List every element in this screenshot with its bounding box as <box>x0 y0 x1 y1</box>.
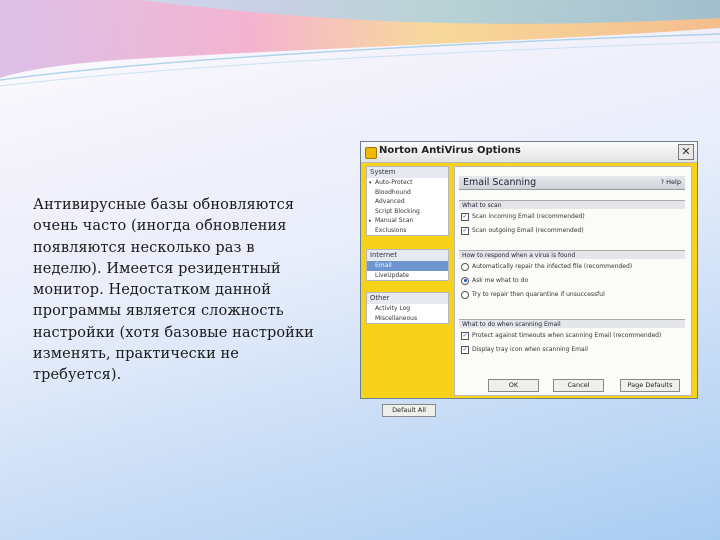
option-checkbox-row[interactable]: ✓ Protect against timeouts when scanning … <box>461 331 661 341</box>
sidebar-item-label: Email <box>375 262 392 269</box>
radio-button[interactable] <box>461 262 469 271</box>
sidebar-item-label: Manual Scan <box>375 217 414 224</box>
option-label: Automatically repair the infected file (… <box>472 263 633 270</box>
default-all-button[interactable]: Default All <box>382 404 436 417</box>
email-scanning-panel: Email Scanning ? Help What to scan ✓ Scan … <box>454 166 692 396</box>
sidebar-item-label: Bloodhound <box>375 188 411 196</box>
window-title: Norton AntiVirus Options <box>379 145 521 156</box>
section-heading: How to respond when a virus is found <box>459 250 685 259</box>
option-checkbox-row[interactable]: ✓ Display tray icon when scanning Email <box>461 345 588 355</box>
section-heading: What to scan <box>459 200 685 209</box>
sidebar-item-label: Script Blocking <box>375 207 420 215</box>
sidebar-item[interactable]: ▾ Auto-Protect <box>367 178 448 188</box>
sidebar-item[interactable]: Miscellaneous <box>367 314 448 324</box>
option-label: Scan outgoing Email (recommended) <box>472 227 584 234</box>
sidebar-item[interactable]: Email <box>367 261 448 271</box>
radio-button[interactable] <box>461 276 469 285</box>
option-checkbox-row[interactable]: ✓ Scan outgoing Email (recommended) <box>461 226 584 236</box>
option-radio-row[interactable]: Automatically repair the infected file (… <box>461 262 632 272</box>
sidebar-group: Internet Email LiveUpdate <box>366 249 449 281</box>
panel-header: Email Scanning ? Help <box>459 176 685 190</box>
sidebar-item-label: Advanced <box>375 198 405 205</box>
sidebar-item[interactable]: Script Blocking <box>367 207 448 217</box>
norton-options-window: Norton AntiVirus Options ✕ System ▾ Auto-P… <box>360 141 698 417</box>
sidebar-item-label: Activity Log <box>375 305 411 312</box>
checkbox[interactable]: ✓ <box>461 331 469 340</box>
sidebar-group-header: Internet <box>367 250 448 261</box>
option-label: Ask me what to do <box>472 277 529 284</box>
panel-title: Email Scanning <box>463 177 537 188</box>
option-checkbox-row[interactable]: ✓ Scan incoming Email (recommended) <box>461 212 585 222</box>
option-radio-row[interactable]: Ask me what to do <box>461 276 528 286</box>
options-sidebar: System ▾ Auto-Protect Bloodhound Advanced Scr… <box>366 166 449 417</box>
decorative-wave <box>0 0 720 87</box>
cancel-button[interactable]: Cancel <box>553 379 604 392</box>
window-titlebar: Norton AntiVirus Options ✕ <box>361 142 697 163</box>
option-label: Display tray icon when scanning Email <box>472 346 588 353</box>
sidebar-item[interactable]: Exclusions <box>367 226 448 236</box>
slide-background: Антивирусные базы обновляются очень част… <box>0 0 720 540</box>
sidebar-group: Other Activity Log Miscellaneous <box>366 292 449 324</box>
option-radio-row[interactable]: Try to repair then quarantine if unsucce… <box>461 290 605 300</box>
option-label: Scan incoming Email (recommended) <box>472 213 585 220</box>
sidebar-item[interactable]: Activity Log <box>367 304 448 314</box>
checkbox[interactable]: ✓ <box>461 212 469 221</box>
sidebar-item-label: LiveUpdate <box>375 271 409 279</box>
sidebar-item-label: Miscellaneous <box>375 314 418 322</box>
sidebar-item[interactable]: LiveUpdate <box>367 271 448 281</box>
help-link[interactable]: ? Help <box>661 178 681 186</box>
sidebar-group-header: Other <box>367 293 448 304</box>
sidebar-item[interactable]: ▸ Manual Scan <box>367 216 448 226</box>
ok-button[interactable]: OK <box>488 379 539 392</box>
sidebar-item[interactable]: Bloodhound <box>367 188 448 198</box>
sidebar-item-label: Auto-Protect <box>375 179 413 186</box>
close-icon[interactable]: ✕ <box>678 144 694 160</box>
checkbox[interactable]: ✓ <box>461 345 469 354</box>
sidebar-item-label: Exclusions <box>375 226 407 234</box>
checkbox[interactable]: ✓ <box>461 226 469 235</box>
slide-paragraph: Антивирусные базы обновляются очень част… <box>33 197 314 384</box>
page-defaults-button[interactable]: Page Defaults <box>620 379 680 392</box>
option-label: Try to repair then quarantine if unsucce… <box>472 291 605 298</box>
section-heading: What to do when scanning Email <box>459 319 685 328</box>
norton-logo-icon <box>365 147 377 159</box>
radio-button[interactable] <box>461 290 469 299</box>
sidebar-group: System ▾ Auto-Protect Bloodhound Advanced Scr… <box>366 166 449 236</box>
sidebar-group-header: System <box>367 167 448 178</box>
option-label: Protect against timeouts when scanning E… <box>472 332 662 339</box>
sidebar-item[interactable]: Advanced <box>367 197 448 207</box>
